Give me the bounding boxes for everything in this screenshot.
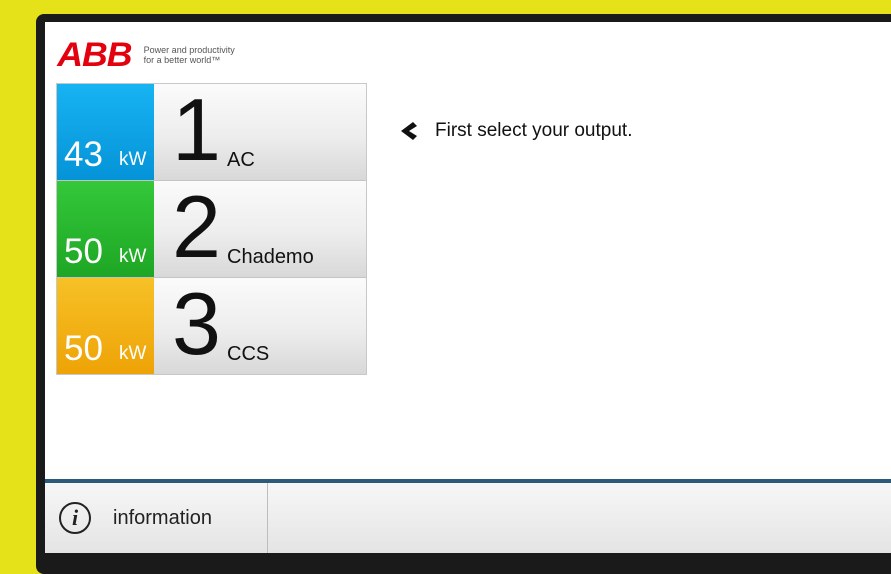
prompt-text: First select your output. — [435, 120, 633, 141]
output-power-badge: 50 kW — [57, 181, 154, 277]
output-number: 3 — [172, 274, 221, 373]
output-info: 1 AC — [154, 84, 366, 180]
footer-bar: i information — [45, 483, 891, 553]
output-button-2[interactable]: 50 kW 2 Chademo — [57, 181, 366, 278]
logo-tagline: Power and productivity for a better worl… — [144, 45, 235, 65]
output-type: AC — [227, 149, 255, 171]
power-unit: kW — [119, 246, 147, 267]
power-unit: kW — [119, 149, 147, 170]
output-button-3[interactable]: 50 kW 3 CCS — [57, 278, 366, 374]
information-button[interactable]: i information — [45, 483, 268, 553]
information-label: information — [113, 506, 212, 529]
tagline-line-2: for a better world™ — [143, 55, 221, 65]
power-value: 43 — [64, 135, 103, 174]
output-selector: 43 kW 1 AC 50 kW 2 Chademo 50 kW 3 CCS — [56, 83, 367, 375]
abb-logo: ABB Power and productivity for a better … — [57, 36, 235, 74]
info-icon: i — [59, 502, 91, 534]
output-number: 1 — [172, 80, 221, 179]
output-power-badge: 43 kW — [57, 84, 154, 180]
power-unit: kW — [119, 343, 147, 364]
output-info: 2 Chademo — [154, 181, 366, 277]
chevron-left-icon — [401, 122, 417, 140]
output-power-badge: 50 kW — [57, 278, 154, 374]
output-info: 3 CCS — [154, 278, 366, 374]
logo-wordmark: ABB — [57, 36, 132, 74]
instruction-prompt: First select your output. — [397, 120, 632, 142]
output-type: CCS — [227, 343, 270, 365]
output-button-1[interactable]: 43 kW 1 AC — [57, 84, 366, 181]
charger-screen: ABB Power and productivity for a better … — [45, 22, 891, 553]
output-type: Chademo — [227, 246, 314, 268]
power-value: 50 — [64, 232, 103, 271]
power-value: 50 — [64, 329, 103, 368]
output-number: 2 — [172, 177, 221, 276]
tagline-line-1: Power and productivity — [143, 45, 235, 55]
